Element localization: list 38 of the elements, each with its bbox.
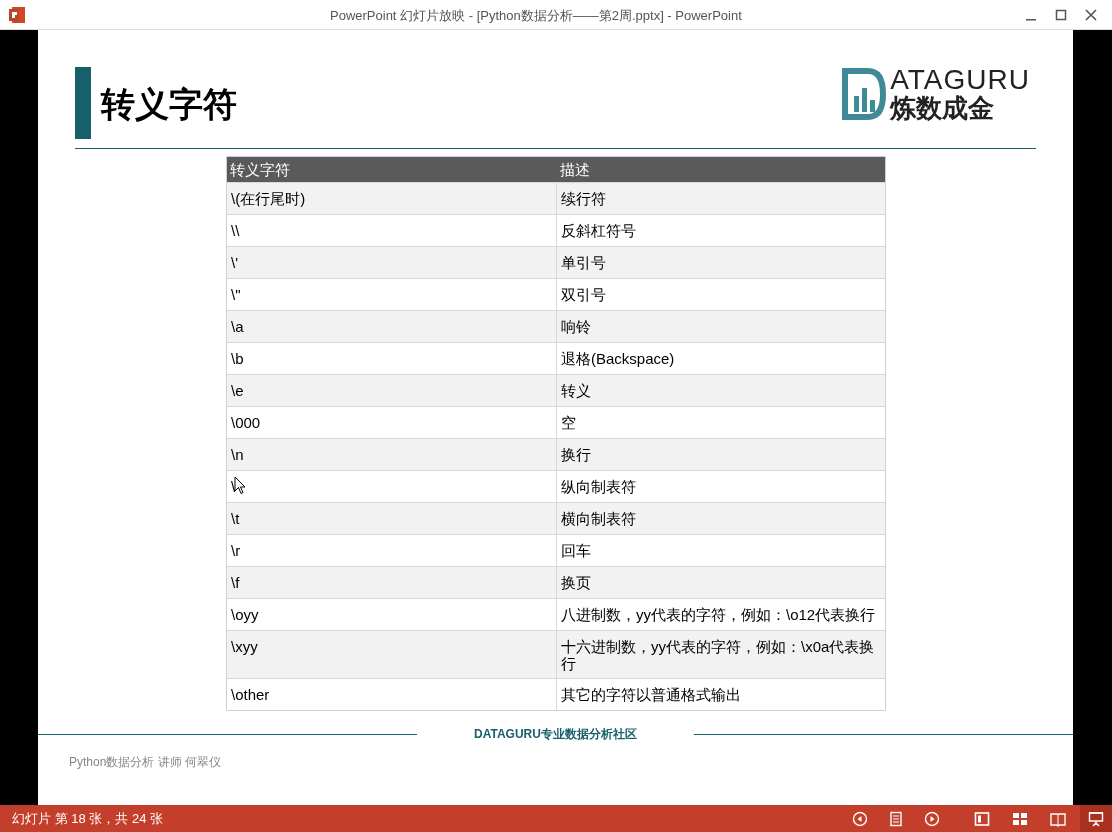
table-cell-text: 换行 bbox=[560, 445, 592, 465]
table-cell-text: 其它的字符以普通格式输出 bbox=[560, 685, 742, 705]
title-accent-bar bbox=[75, 67, 91, 139]
footer-text: DATAGURU专业数据分析社区 bbox=[473, 726, 638, 743]
slide-sorter-icon bbox=[1012, 810, 1028, 827]
bar-chart-logo-icon bbox=[842, 67, 887, 120]
normal-view-icon bbox=[974, 810, 990, 827]
table-cell-text: 单引号 bbox=[560, 253, 607, 273]
column-header: 转义字符 bbox=[229, 160, 291, 180]
slideshow-icon bbox=[1088, 810, 1104, 827]
slideshow-button[interactable] bbox=[1080, 805, 1112, 832]
footer-credit: Python数据分析 讲师 何翠仪 bbox=[69, 754, 223, 771]
table-cell-text: 响铃 bbox=[560, 317, 592, 337]
table-cell-text: 退格(Backspace) bbox=[560, 349, 676, 369]
powerpoint-app-icon[interactable] bbox=[8, 5, 26, 24]
window-title: PowerPoint 幻灯片放映 - [Python数据分析——第2周.pptx] - PowerPoint bbox=[330, 7, 742, 25]
slide-title: 转义字符 bbox=[101, 84, 237, 125]
table-cell-text: 反斜杠符号 bbox=[560, 221, 637, 241]
table-cell: \other bbox=[227, 679, 557, 710]
table-cell-text: 空 bbox=[560, 413, 577, 433]
table-cell-text: 纵向制表符 bbox=[560, 477, 637, 497]
table-cell-text: 续行符 bbox=[560, 189, 607, 209]
previous-slide-icon bbox=[852, 810, 868, 827]
column-header: 描述 bbox=[559, 160, 591, 180]
logo-text: ATAGURU bbox=[890, 66, 1030, 94]
slide-menu-icon bbox=[888, 810, 904, 827]
mouse-cursor-icon bbox=[234, 476, 246, 495]
table-cell-text: 双引号 bbox=[560, 285, 607, 305]
open-book-icon bbox=[1050, 810, 1066, 827]
table-cell-text: 回车 bbox=[560, 541, 592, 561]
table-cell-text: 八进制数，yy代表的字符，例如：\o12代表换行 bbox=[560, 605, 877, 625]
table-cell-text: 横向制表符 bbox=[560, 509, 637, 529]
table-cell-text: 换页 bbox=[560, 573, 592, 593]
table-cell-text: 十六进制数，yy代表的字符，例如：\x0a代表换行 bbox=[560, 637, 876, 674]
logo-subtext: 炼数成金 bbox=[890, 95, 996, 121]
next-slide-icon bbox=[924, 810, 940, 827]
status-text: 幻灯片 第 18 张，共 24 张 bbox=[12, 809, 163, 828]
table-cell-text: 转义 bbox=[560, 381, 592, 401]
